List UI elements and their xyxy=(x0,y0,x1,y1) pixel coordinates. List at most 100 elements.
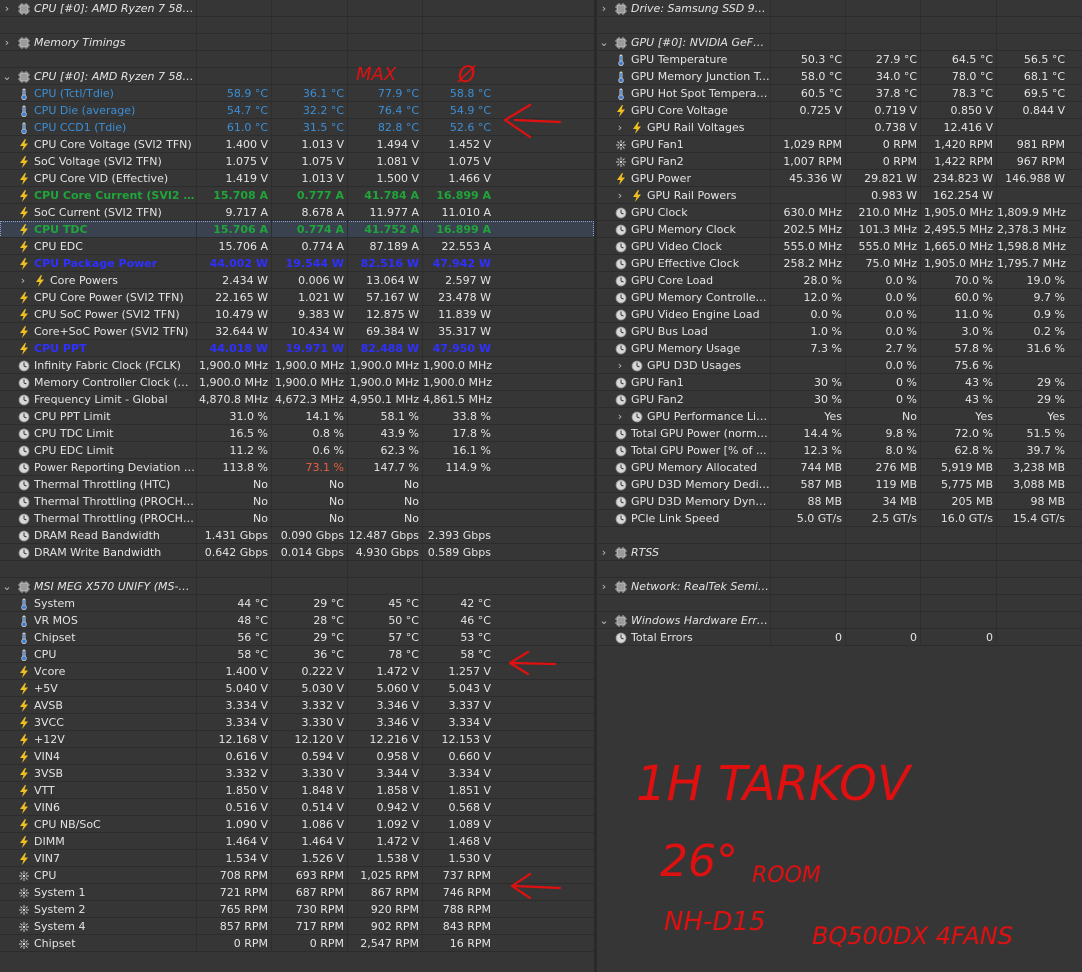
sensor-row[interactable]: Frequency Limit - Global 4,870.8 MHz 4,672… xyxy=(0,391,594,408)
sensor-row[interactable]: GPU Bus Load 1.0 % 0.0 % 3.0 % 0.2 % xyxy=(597,323,1082,340)
sensor-group-header[interactable]: ⌄ MSI MEG X570 UNIFY (MS-7C3... xyxy=(0,578,594,595)
expand-chevron-icon[interactable]: › xyxy=(615,357,625,374)
left-sensor-panel[interactable]: › CPU [#0]: AMD Ryzen 7 5800... › Memory Ti… xyxy=(0,0,594,972)
sensor-row[interactable]: CPU EDC 15.706 A 0.774 A 87.189 A 22.553 A xyxy=(0,238,594,255)
sensor-row[interactable]: VIN4 0.616 V 0.594 V 0.958 V 0.660 V xyxy=(0,748,594,765)
sensor-row[interactable]: CPU CCD1 (Tdie) 61.0 °C 31.5 °C 82.8 °C 52.6… xyxy=(0,119,594,136)
sensor-row[interactable]: CPU NB/SoC 1.090 V 1.086 V 1.092 V 1.089 V xyxy=(0,816,594,833)
sensor-row[interactable]: VIN7 1.534 V 1.526 V 1.538 V 1.530 V xyxy=(0,850,594,867)
sensor-row[interactable]: Thermal Throttling (PROCHOT ... No No No xyxy=(0,493,594,510)
sensor-row[interactable]: CPU EDC Limit 11.2 % 0.6 % 62.3 % 16.1 % xyxy=(0,442,594,459)
sensor-row[interactable]: CPU Core Power (SVI2 TFN) 22.165 W 1.021 W… xyxy=(0,289,594,306)
sensor-row[interactable]: GPU Fan2 1,007 RPM 0 RPM 1,422 RPM 967 RPM xyxy=(597,153,1082,170)
sensor-row[interactable]: CPU PPT Limit 31.0 % 14.1 % 58.1 % 33.8 % xyxy=(0,408,594,425)
sensor-row[interactable]: › GPU D3D Usages 0.0 % 75.6 % xyxy=(597,357,1082,374)
sensor-row[interactable]: › GPU Rail Powers 0.983 W 162.254 W xyxy=(597,187,1082,204)
expand-chevron-icon[interactable]: › xyxy=(599,0,609,17)
sensor-row[interactable]: Total GPU Power [% of ... 12.3 % 8.0 % 62.8… xyxy=(597,442,1082,459)
sensor-row[interactable]: GPU Memory Junction Te... 58.0 °C 34.0 °C 7… xyxy=(597,68,1082,85)
sensor-row[interactable]: SoC Current (SVI2 TFN) 9.717 A 8.678 A 11.9… xyxy=(0,204,594,221)
expand-chevron-icon[interactable]: › xyxy=(599,544,609,561)
sensor-row[interactable]: 3VSB 3.332 V 3.330 V 3.344 V 3.334 V xyxy=(0,765,594,782)
sensor-row[interactable]: Thermal Throttling (PROCHOT ... No No No xyxy=(0,510,594,527)
sensor-row[interactable]: GPU Memory Clock 202.5 MHz 101.3 MHz 2,495.… xyxy=(597,221,1082,238)
collapse-chevron-icon[interactable]: ⌄ xyxy=(2,578,12,595)
sensor-group-header[interactable]: › Memory Timings xyxy=(0,34,594,51)
sensor-row[interactable]: VTT 1.850 V 1.848 V 1.858 V 1.851 V xyxy=(0,782,594,799)
sensor-row[interactable]: Thermal Throttling (HTC) No No No xyxy=(0,476,594,493)
sensor-row[interactable]: CPU Die (average) 54.7 °C 32.2 °C 76.4 °C 54… xyxy=(0,102,594,119)
sensor-row[interactable]: DRAM Read Bandwidth 1.431 Gbps 0.090 Gbps 1… xyxy=(0,527,594,544)
right-sensor-panel[interactable]: › Drive: Samsung SSD 970... ⌄ GPU [#0]: NVI… xyxy=(597,0,1082,972)
expand-chevron-icon[interactable]: › xyxy=(2,0,12,17)
sensor-row[interactable]: GPU Temperature 50.3 °C 27.9 °C 64.5 °C 56.5… xyxy=(597,51,1082,68)
expand-chevron-icon[interactable]: › xyxy=(615,187,625,204)
sensor-group-header[interactable]: › CPU [#0]: AMD Ryzen 7 5800... xyxy=(0,0,594,17)
sensor-row[interactable]: Power Reporting Deviation (Ac... 113.8 % 7… xyxy=(0,459,594,476)
expand-chevron-icon[interactable]: › xyxy=(18,272,28,289)
sensor-row[interactable]: CPU Core Voltage (SVI2 TFN) 1.400 V 1.013 … xyxy=(0,136,594,153)
sensor-row[interactable]: GPU Fan1 1,029 RPM 0 RPM 1,420 RPM 981 RPM xyxy=(597,136,1082,153)
sensor-group-header[interactable]: ⌄ CPU [#0]: AMD Ryzen 7 5800... xyxy=(0,68,594,85)
sensor-row[interactable]: GPU Power 45.336 W 29.821 W 234.823 W 146.98… xyxy=(597,170,1082,187)
sensor-row[interactable]: Infinity Fabric Clock (FCLK) 1,900.0 MHz 1… xyxy=(0,357,594,374)
sensor-row[interactable]: GPU Video Engine Load 0.0 % 0.0 % 11.0 % 0.9… xyxy=(597,306,1082,323)
sensor-row[interactable]: VIN6 0.516 V 0.514 V 0.942 V 0.568 V xyxy=(0,799,594,816)
sensor-row[interactable]: Chipset 0 RPM 0 RPM 2,547 RPM 16 RPM xyxy=(0,935,594,952)
sensor-row[interactable]: CPU 58 °C 36 °C 78 °C 58 °C xyxy=(0,646,594,663)
sensor-row[interactable]: Total Errors 0 0 0 xyxy=(597,629,1082,646)
sensor-group-header[interactable]: › Drive: Samsung SSD 970... xyxy=(597,0,1082,17)
collapse-chevron-icon[interactable]: ⌄ xyxy=(599,612,609,629)
sensor-row[interactable]: › GPU Rail Voltages 0.738 V 12.416 V xyxy=(597,119,1082,136)
sensor-row[interactable]: CPU TDC 15.706 A 0.774 A 41.752 A 16.899 A xyxy=(0,221,594,238)
sensor-row[interactable]: GPU Video Clock 555.0 MHz 555.0 MHz 1,665.0… xyxy=(597,238,1082,255)
expand-chevron-icon[interactable]: › xyxy=(599,578,609,595)
sensor-row[interactable]: GPU Effective Clock 258.2 MHz 75.0 MHz 1,90… xyxy=(597,255,1082,272)
sensor-row[interactable]: Core+SoC Power (SVI2 TFN) 32.644 W 10.434 … xyxy=(0,323,594,340)
sensor-row[interactable]: › GPU Performance Limits Yes No Yes Yes xyxy=(597,408,1082,425)
sensor-row[interactable]: System 1 721 RPM 687 RPM 867 RPM 746 RPM xyxy=(0,884,594,901)
sensor-row[interactable]: +5V 5.040 V 5.030 V 5.060 V 5.043 V xyxy=(0,680,594,697)
sensor-group-header[interactable]: ⌄ GPU [#0]: NVIDIA GeFor... xyxy=(597,34,1082,51)
sensor-row[interactable]: GPU Memory Allocated 744 MB 276 MB 5,919 MB… xyxy=(597,459,1082,476)
sensor-row[interactable]: VR MOS 48 °C 28 °C 50 °C 46 °C xyxy=(0,612,594,629)
sensor-row[interactable]: CPU TDC Limit 16.5 % 0.8 % 43.9 % 17.8 % xyxy=(0,425,594,442)
sensor-row[interactable]: GPU D3D Memory Dedica... 587 MB 119 MB 5,77… xyxy=(597,476,1082,493)
sensor-row[interactable]: GPU Memory Usage 7.3 % 2.7 % 57.8 % 31.6 % xyxy=(597,340,1082,357)
sensor-row[interactable]: CPU 708 RPM 693 RPM 1,025 RPM 737 RPM xyxy=(0,867,594,884)
sensor-row[interactable]: CPU PPT 44.018 W 19.971 W 82.488 W 47.950 W xyxy=(0,340,594,357)
sensor-row[interactable]: Chipset 56 °C 29 °C 57 °C 53 °C xyxy=(0,629,594,646)
sensor-row[interactable]: Memory Controller Clock (UCLK) 1,900.0 MH… xyxy=(0,374,594,391)
sensor-row[interactable]: CPU Core VID (Effective) 1.419 V 1.013 V 1.… xyxy=(0,170,594,187)
sensor-row[interactable]: GPU Memory Controller L... 12.0 % 0.0 % 60.… xyxy=(597,289,1082,306)
sensor-row[interactable]: Total GPU Power (normal... 14.4 % 9.8 % 72.… xyxy=(597,425,1082,442)
sensor-row[interactable]: System 44 °C 29 °C 45 °C 42 °C xyxy=(0,595,594,612)
collapse-chevron-icon[interactable]: ⌄ xyxy=(2,68,12,85)
sensor-row[interactable]: GPU Core Voltage 0.725 V 0.719 V 0.850 V 0.8… xyxy=(597,102,1082,119)
sensor-row[interactable]: CPU Package Power 44.002 W 19.544 W 82.516 … xyxy=(0,255,594,272)
sensor-row[interactable]: System 2 765 RPM 730 RPM 920 RPM 788 RPM xyxy=(0,901,594,918)
sensor-row[interactable]: GPU Fan2 30 % 0 % 43 % 29 % xyxy=(597,391,1082,408)
expand-chevron-icon[interactable]: › xyxy=(615,408,625,425)
sensor-group-header[interactable]: › RTSS xyxy=(597,544,1082,561)
collapse-chevron-icon[interactable]: ⌄ xyxy=(599,34,609,51)
sensor-row[interactable]: CPU Core Current (SVI2 TFN) 15.708 A 0.777… xyxy=(0,187,594,204)
sensor-group-header[interactable]: ⌄ Windows Hardware Erro... xyxy=(597,612,1082,629)
expand-chevron-icon[interactable]: › xyxy=(615,119,625,136)
sensor-row[interactable]: CPU SoC Power (SVI2 TFN) 10.479 W 9.383 W1… xyxy=(0,306,594,323)
sensor-row[interactable]: CPU (Tctl/Tdie) 58.9 °C 36.1 °C 77.9 °C 58.8… xyxy=(0,85,594,102)
expand-chevron-icon[interactable]: › xyxy=(2,34,12,51)
sensor-row[interactable]: Vcore 1.400 V 0.222 V 1.472 V 1.257 V xyxy=(0,663,594,680)
sensor-row[interactable]: AVSB 3.334 V 3.332 V 3.346 V 3.337 V xyxy=(0,697,594,714)
sensor-row[interactable]: +12V 12.168 V 12.120 V 12.216 V 12.153 V xyxy=(0,731,594,748)
sensor-group-header[interactable]: › Network: RealTek Semic... xyxy=(597,578,1082,595)
sensor-row[interactable]: DIMM 1.464 V 1.464 V 1.472 V 1.468 V xyxy=(0,833,594,850)
sensor-row[interactable]: GPU D3D Memory Dynamic 88 MB 34 MB 205 MB 98… xyxy=(597,493,1082,510)
sensor-row[interactable]: › Core Powers 2.434 W 0.006 W 13.064 W 2.597 … xyxy=(0,272,594,289)
sensor-row[interactable]: DRAM Write Bandwidth 0.642 Gbps 0.014 Gbps… xyxy=(0,544,594,561)
sensor-row[interactable]: GPU Fan1 30 % 0 % 43 % 29 % xyxy=(597,374,1082,391)
sensor-row[interactable]: PCIe Link Speed 5.0 GT/s 2.5 GT/s 16.0 GT/s… xyxy=(597,510,1082,527)
sensor-row[interactable]: GPU Clock 630.0 MHz 210.0 MHz 1,905.0 MHz 1,… xyxy=(597,204,1082,221)
sensor-row[interactable]: GPU Hot Spot Temperature 60.5 °C 37.8 °C 78… xyxy=(597,85,1082,102)
sensor-row[interactable]: System 4 857 RPM 717 RPM 902 RPM 843 RPM xyxy=(0,918,594,935)
